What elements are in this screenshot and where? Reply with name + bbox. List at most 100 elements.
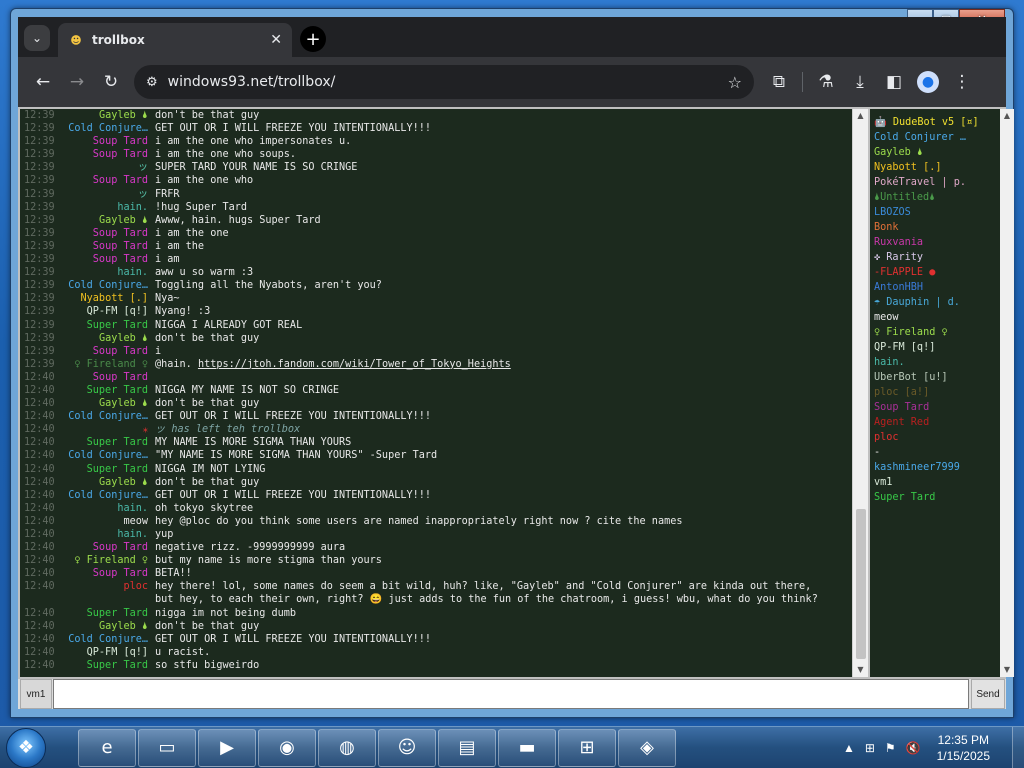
message-nick[interactable]: Gayleb 🌢 xyxy=(54,214,155,227)
chat-scroll-thumb[interactable] xyxy=(856,509,866,659)
message-nick[interactable]: ♀ Fireland ♀ xyxy=(54,358,155,371)
message-nick[interactable]: Super Tard xyxy=(54,319,155,332)
back-button[interactable]: ← xyxy=(26,65,60,99)
message-nick[interactable]: Gayleb 🌢 xyxy=(54,109,155,122)
clock[interactable]: 12:35 PM 1/15/2025 xyxy=(937,732,990,764)
message-nick[interactable]: Soup Tard xyxy=(54,148,155,161)
message-nick[interactable]: ⁎ xyxy=(54,423,155,436)
reload-button[interactable]: ↻ xyxy=(94,65,128,99)
scroll-up-icon[interactable]: ▲ xyxy=(853,109,868,123)
message-nick[interactable]: Cold Conjure… xyxy=(54,449,155,462)
message-nick[interactable]: ploc xyxy=(54,580,155,606)
user-list-item[interactable]: meow xyxy=(874,310,1000,325)
message-nick[interactable]: Soup Tard xyxy=(54,541,155,554)
scroll-up-icon[interactable]: ▲ xyxy=(1000,109,1014,123)
forward-button[interactable]: → xyxy=(60,65,94,99)
message-nick[interactable]: Soup Tard xyxy=(54,135,155,148)
user-list-item[interactable]: Agent Red xyxy=(874,415,1000,430)
message-input[interactable] xyxy=(53,679,969,709)
user-list-item[interactable]: ♀ Fireland ♀ xyxy=(874,325,1000,340)
tab-close-icon[interactable]: ✕ xyxy=(270,32,282,48)
message-nick[interactable]: Cold Conjure… xyxy=(54,279,155,292)
menu-button[interactable]: ⋮ xyxy=(945,65,979,99)
message-nick[interactable]: hain. xyxy=(54,528,155,541)
user-list-scrollbar[interactable]: ▲ ▼ xyxy=(1000,109,1014,677)
message-nick[interactable]: Nyabott [.] xyxy=(54,292,155,305)
user-list-item[interactable]: UberBot [u!] xyxy=(874,370,1000,385)
message-nick[interactable]: Soup Tard xyxy=(54,345,155,358)
url-text[interactable]: windows93.net/trollbox/ xyxy=(168,74,728,90)
user-list-item[interactable]: Ruxvania xyxy=(874,235,1000,250)
user-list-item[interactable]: AntonHBH xyxy=(874,280,1000,295)
message-nick[interactable]: ♀ Fireland ♀ xyxy=(54,554,155,567)
taskbar-app-button[interactable]: ▤ xyxy=(438,728,496,767)
user-list-item[interactable]: Nyabott [.] xyxy=(874,160,1000,175)
action-center-flag-icon[interactable]: ⚑ xyxy=(885,741,896,755)
start-button[interactable]: ❖ xyxy=(6,727,46,768)
bookmark-star-icon[interactable]: ☆ xyxy=(728,73,742,92)
user-list-item[interactable]: Soup Tard xyxy=(874,400,1000,415)
message-nick[interactable]: Gayleb 🌢 xyxy=(54,620,155,633)
message-nick[interactable]: Super Tard xyxy=(54,436,155,449)
message-nick[interactable]: Gayleb 🌢 xyxy=(54,332,155,345)
user-list-item[interactable]: Super Tard xyxy=(874,490,1000,505)
user-list-item[interactable]: QP-FM [q!] xyxy=(874,340,1000,355)
message-nick[interactable]: meow xyxy=(54,515,155,528)
taskbar-app-button[interactable]: ▶ xyxy=(198,728,256,767)
tray-expand-icon[interactable]: ▲ xyxy=(843,741,855,755)
message-nick[interactable]: ッ xyxy=(54,161,155,174)
profile-button[interactable]: ● xyxy=(911,65,945,99)
user-list-item[interactable]: PokéTravel | p. xyxy=(874,175,1000,190)
taskbar-app-button[interactable]: ◍ xyxy=(318,728,376,767)
message-nick[interactable]: Soup Tard xyxy=(54,174,155,187)
user-list-item[interactable]: vm1 xyxy=(874,475,1000,490)
send-button[interactable]: Send xyxy=(971,679,1005,709)
message-link[interactable]: https://jtoh.fandom.com/wiki/Tower_of_To… xyxy=(198,359,511,370)
user-list-item[interactable]: ✜ Rarity xyxy=(874,250,1000,265)
message-nick[interactable]: Soup Tard xyxy=(54,227,155,240)
user-list-item[interactable]: Cold Conjurer … xyxy=(874,130,1000,145)
message-nick[interactable]: Cold Conjure… xyxy=(54,489,155,502)
tab-trollbox[interactable]: ☻ trollbox ✕ xyxy=(58,23,292,57)
message-nick[interactable]: hain. xyxy=(54,266,155,279)
message-nick[interactable]: QP-FM [q!] xyxy=(54,646,155,659)
user-list-item[interactable]: hain. xyxy=(874,355,1000,370)
downloads-button[interactable]: ⤓ xyxy=(843,65,877,99)
new-tab-button[interactable]: + xyxy=(300,26,326,52)
network-icon[interactable]: ⊞ xyxy=(865,741,875,755)
show-desktop-button[interactable] xyxy=(1012,727,1024,768)
user-list-item[interactable]: ploc xyxy=(874,430,1000,445)
tab-search-button[interactable]: ⌄ xyxy=(24,25,50,51)
taskbar-app-button[interactable]: ⊞ xyxy=(558,728,616,767)
message-nick[interactable]: ッ xyxy=(54,188,155,201)
message-nick[interactable]: Super Tard xyxy=(54,384,155,397)
message-nick[interactable]: Soup Tard xyxy=(54,371,155,384)
chat-scrollbar[interactable]: ▲ ▼ xyxy=(852,109,868,677)
scroll-down-icon[interactable]: ▼ xyxy=(1000,663,1014,677)
nickname-button[interactable]: vm1 xyxy=(20,679,52,709)
taskbar-app-button[interactable]: ☺ xyxy=(378,728,436,767)
chat-log[interactable]: 12:39 Gayleb 🌢 don't be that guy 12:39 Cold … xyxy=(20,109,852,677)
user-list-item[interactable]: 🌢Untitled🌢 xyxy=(874,190,1000,205)
user-list-item[interactable]: LBOZOS xyxy=(874,205,1000,220)
message-nick[interactable]: Soup Tard xyxy=(54,567,155,580)
message-nick[interactable]: QP-FM [q!] xyxy=(54,305,155,318)
taskbar-app-button[interactable]: ▭ xyxy=(138,728,196,767)
scroll-down-icon[interactable]: ▼ xyxy=(853,663,868,677)
message-nick[interactable]: Soup Tard xyxy=(54,240,155,253)
user-list-item[interactable]: -FLAPPLE ● xyxy=(874,265,1000,280)
message-nick[interactable]: Super Tard xyxy=(54,607,155,620)
user-list-item[interactable]: Gayleb 🌢 xyxy=(874,145,1000,160)
message-nick[interactable]: Cold Conjure… xyxy=(54,122,155,135)
side-panel-button[interactable]: ◧ xyxy=(877,65,911,99)
message-nick[interactable]: hain. xyxy=(54,201,155,214)
message-nick[interactable]: Gayleb 🌢 xyxy=(54,476,155,489)
taskbar-app-button[interactable]: ◉ xyxy=(258,728,316,767)
message-nick[interactable]: Soup Tard xyxy=(54,253,155,266)
volume-muted-icon[interactable]: 🔇 xyxy=(906,741,921,755)
user-list-item[interactable]: ploc [a!] xyxy=(874,385,1000,400)
address-bar[interactable]: ⚙ windows93.net/trollbox/ ☆ xyxy=(134,65,754,99)
user-list-item[interactable]: ☂ Dauphin | d. xyxy=(874,295,1000,310)
extensions-button[interactable]: ⧉ xyxy=(762,65,796,99)
user-list-item[interactable]: Bonk xyxy=(874,220,1000,235)
